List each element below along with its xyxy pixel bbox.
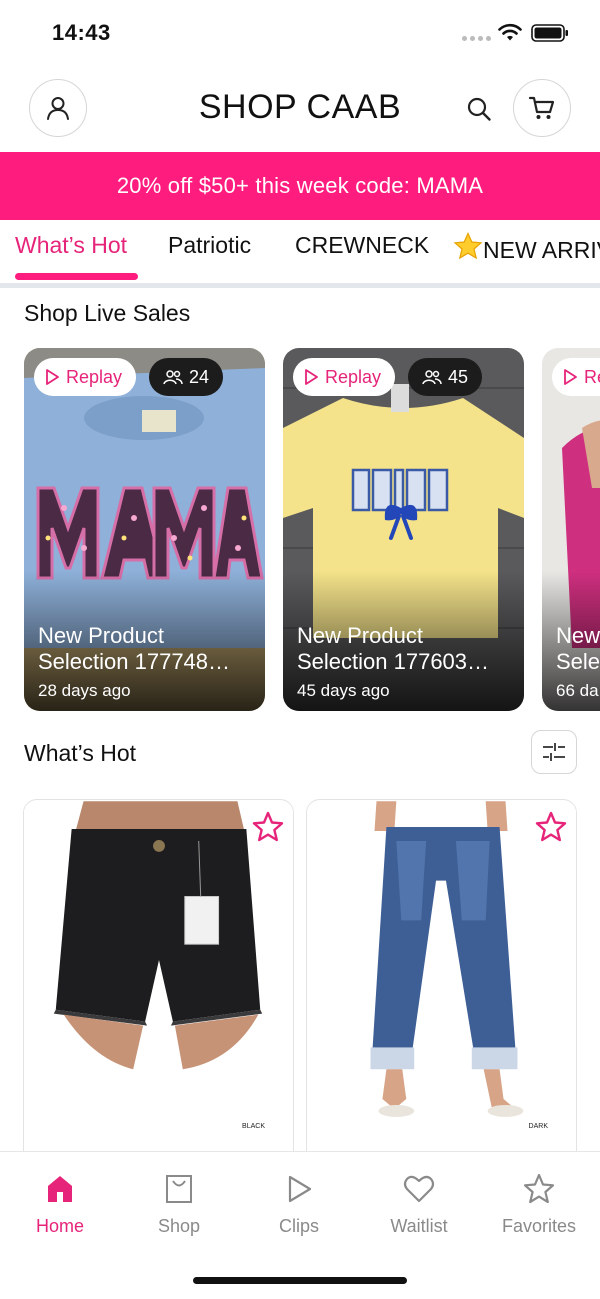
replay-button[interactable]: Replay xyxy=(34,358,137,396)
search-button[interactable] xyxy=(463,93,495,125)
home-icon xyxy=(48,1176,72,1202)
live-sale-age: 45 days ago xyxy=(297,681,390,700)
tab-patriotic[interactable]: Patriotic xyxy=(168,232,251,286)
replay-button[interactable]: Re xyxy=(552,358,600,396)
promo-text: 20% off $50+ this week code: MAMA xyxy=(116,173,484,198)
sliders-icon xyxy=(543,743,565,761)
tab-new-arrivals[interactable]: NEW ARRIV xyxy=(453,232,600,286)
favorite-star-icon[interactable] xyxy=(534,810,568,844)
promo-banner[interactable]: 20% off $50+ this week code: MAMA xyxy=(0,152,600,220)
favorite-star-icon[interactable] xyxy=(251,810,285,844)
product-card[interactable]: DARK xyxy=(306,799,577,1199)
heart-icon xyxy=(403,1175,435,1203)
app-header: SHOP CAAB xyxy=(0,66,600,152)
tabs-divider xyxy=(0,283,600,288)
status-time: 14:43 xyxy=(52,20,111,45)
home-indicator[interactable] xyxy=(193,1277,407,1284)
viewers-icon xyxy=(422,370,442,385)
search-icon xyxy=(467,97,491,121)
live-sale-title: New Sele xyxy=(556,623,600,674)
live-sales-carousel[interactable]: Replay 24 New Product Selection 177748… … xyxy=(24,348,600,711)
wifi-icon xyxy=(498,23,522,41)
nav-waitlist[interactable]: Waitlist xyxy=(364,1172,474,1237)
live-sale-title: New Product Selection 177603… xyxy=(297,623,490,674)
active-tab-indicator xyxy=(15,273,138,280)
brand-title: SHOP CAAB xyxy=(198,88,402,126)
live-sale-age: 28 days ago xyxy=(38,681,131,700)
star-icon xyxy=(523,1173,555,1204)
filter-button[interactable] xyxy=(531,730,577,774)
status-bar: 14:43 xyxy=(0,0,600,66)
play-outline-icon xyxy=(46,369,59,385)
product-image xyxy=(307,801,576,1135)
nav-favorites[interactable]: Favorites xyxy=(484,1172,594,1237)
category-tabs: What’s Hot Patriotic CREWNECK NEW ARRIV xyxy=(0,220,600,286)
tab-crewneck[interactable]: CREWNECK xyxy=(295,232,429,286)
live-sale-card[interactable]: Replay 24 New Product Selection 177748… … xyxy=(24,348,265,711)
nav-clips[interactable]: Clips xyxy=(244,1172,354,1237)
play-outline-icon xyxy=(564,369,577,385)
product-image xyxy=(24,801,293,1135)
play-outline-icon xyxy=(305,369,318,385)
live-sale-title: New Product Selection 177748… xyxy=(38,623,231,674)
battery-icon xyxy=(531,24,568,42)
product-card[interactable]: BLACK xyxy=(23,799,294,1199)
nav-home[interactable]: Home xyxy=(5,1172,115,1237)
whats-hot-title: What’s Hot xyxy=(24,740,137,766)
live-sale-card[interactable]: Re New Sele 66 da xyxy=(542,348,600,711)
live-sale-age: 66 da xyxy=(556,681,599,700)
viewers-icon xyxy=(163,370,183,385)
cart-icon xyxy=(528,96,555,119)
live-sales-title: Shop Live Sales xyxy=(24,300,191,326)
nav-shop[interactable]: Shop xyxy=(124,1172,234,1237)
play-icon xyxy=(288,1175,312,1203)
live-sale-card[interactable]: Replay 45 New Product Selection 177603… … xyxy=(283,348,524,711)
viewers-badge: 45 xyxy=(408,358,483,396)
viewers-badge: 24 xyxy=(149,358,224,396)
signal-dots-icon xyxy=(462,36,491,41)
cart-button[interactable] xyxy=(513,79,571,137)
shopping-bag-icon xyxy=(166,1175,192,1203)
image-tag: BLACK xyxy=(242,1123,265,1130)
star-emoji-icon xyxy=(453,232,483,260)
replay-button[interactable]: Replay xyxy=(293,358,396,396)
image-tag: DARK xyxy=(528,1123,548,1130)
